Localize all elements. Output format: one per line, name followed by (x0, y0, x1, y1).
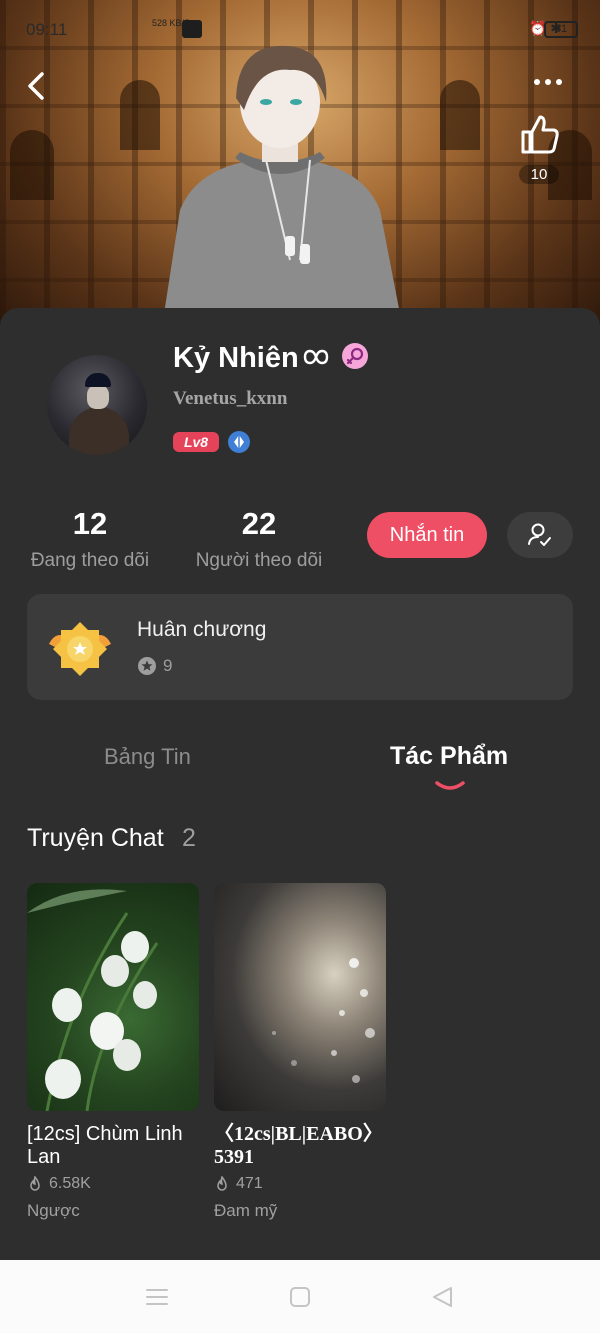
avatar-body (69, 407, 129, 455)
more-dot-icon (556, 79, 562, 85)
back-button[interactable] (20, 66, 56, 106)
menu-icon (146, 1289, 168, 1305)
diamond-icon (228, 431, 250, 453)
home-button[interactable] (287, 1284, 313, 1310)
more-options-button[interactable] (534, 72, 574, 92)
tab-active-indicator (435, 781, 465, 790)
app-notification-icon (182, 20, 202, 38)
avatar-face (87, 385, 109, 409)
star-badge-icon (138, 657, 156, 675)
story-views-count: 471 (236, 1175, 263, 1192)
infinity-icon (303, 349, 328, 365)
following-label: Đang theo dõi (30, 550, 150, 571)
message-button[interactable]: Nhắn tin (367, 512, 487, 558)
story-card[interactable]: 〈12cs|BL|EABO〉5391 471 Đam mỹ (214, 883, 386, 1221)
story-title: 〈12cs|BL|EABO〉5391 (214, 1123, 383, 1168)
following-stat[interactable]: 12 Đang theo dõi (27, 506, 153, 572)
avatar[interactable] (47, 355, 147, 455)
avatar-cap (85, 373, 111, 387)
bokeh-lights-image (272, 958, 375, 1083)
story-cover-image (214, 883, 386, 1111)
medals-count: 9 (137, 656, 172, 676)
status-time: 09:11 (26, 20, 68, 39)
story-genre: Ngược (27, 1201, 80, 1220)
back-nav-button[interactable] (430, 1284, 456, 1310)
user-check-icon (528, 523, 551, 546)
medals-count-value: 9 (163, 656, 173, 675)
section-count: 2 (182, 824, 196, 852)
cover-window (10, 130, 54, 200)
lily-of-the-valley-image (27, 889, 159, 1111)
medals-title: Huân chương (137, 618, 267, 641)
character-illustration (160, 45, 405, 340)
story-card[interactable]: [12cs] Chùm Linh Lan 6.58K Ngược (27, 883, 199, 1221)
like-count: 10 (518, 165, 560, 184)
display-name: Kỷ Nhiên (173, 342, 331, 375)
story-views: 471 (214, 1175, 386, 1193)
followers-stat[interactable]: 22 Người theo dõi (191, 506, 327, 572)
cover-window (440, 80, 480, 150)
followers-count: 22 (241, 506, 277, 541)
followers-label: Người theo dõi (195, 550, 323, 571)
story-views: 6.58K (27, 1175, 199, 1193)
tab-feed[interactable]: Bảng Tin (104, 744, 191, 770)
recent-apps-button[interactable] (144, 1284, 170, 1310)
flame-icon (217, 1176, 227, 1191)
display-name-text: Kỷ Nhiên (173, 342, 299, 374)
story-cover-image (27, 883, 199, 1111)
story-views-count: 6.58K (49, 1175, 91, 1192)
status-bar: 09:11 528 KB/S ⏰ ✱ 81 (0, 18, 600, 44)
female-icon (342, 343, 368, 369)
medals-card[interactable]: Huân chương 9 (27, 594, 573, 700)
battery-icon: 81 (544, 21, 578, 38)
username: Venetus_kxnn (173, 388, 288, 409)
thumbs-up-icon (521, 115, 559, 154)
level-badge: Lv8 (173, 432, 219, 452)
flame-icon (30, 1176, 40, 1191)
medal-icon (49, 622, 111, 676)
story-title: [12cs] Chùm Linh Lan (27, 1123, 183, 1168)
story-genre: Đam mỹ (214, 1201, 278, 1220)
profile-sheet: Kỷ Nhiên Venetus_kxnn Lv8 12 Đang theo d… (0, 308, 600, 1260)
follow-status-button[interactable] (507, 512, 573, 558)
chevron-left-icon (28, 72, 44, 100)
section-title: Truyện Chat (27, 824, 164, 852)
square-icon (290, 1287, 310, 1307)
triangle-back-icon (433, 1287, 452, 1307)
more-dot-icon (545, 79, 551, 85)
system-navigation-bar (0, 1260, 600, 1333)
profile-cover: 09:11 528 KB/S ⏰ ✱ 81 10 (0, 0, 600, 340)
following-count: 12 (72, 506, 108, 541)
tab-works[interactable]: Tác Phẩm (390, 742, 508, 771)
more-dot-icon (534, 79, 540, 85)
like-button[interactable]: 10 (514, 112, 564, 184)
